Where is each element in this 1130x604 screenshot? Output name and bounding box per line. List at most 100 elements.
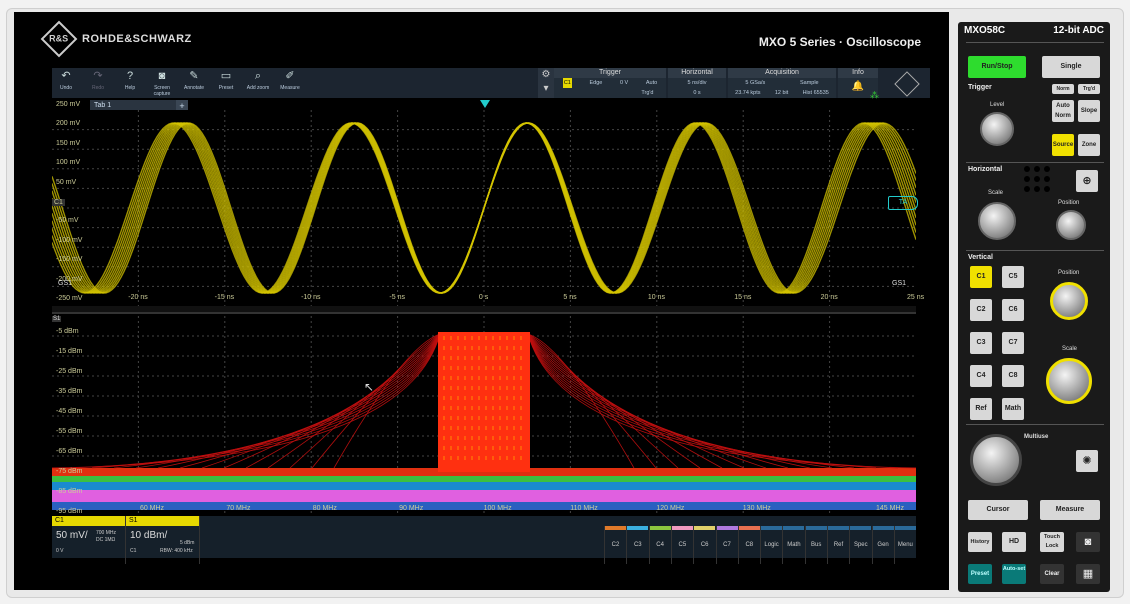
signal-tab-c5[interactable]: C5: [670, 526, 693, 564]
spectrum-svg: [52, 316, 916, 516]
multiuse-label: Multiuse: [1024, 434, 1049, 440]
ref-button[interactable]: Ref: [970, 398, 992, 420]
channel-c8-button[interactable]: C8: [1002, 365, 1024, 387]
trigger-level-knob[interactable]: [980, 112, 1014, 146]
zoom-button[interactable]: ⊕: [1076, 170, 1098, 192]
channel-c7-button[interactable]: C7: [1002, 332, 1024, 354]
slope-button[interactable]: Slope: [1078, 100, 1100, 122]
horizontal-info-box[interactable]: Horizontal 5 ns/div 0 s: [668, 68, 726, 98]
run-stop-button[interactable]: Run/Stop: [968, 56, 1026, 78]
channel-c3-button[interactable]: C3: [970, 332, 992, 354]
acquisition-info-box[interactable]: Acquisition 5 GSa/s Sample 23.74 kpts 12 b…: [728, 68, 836, 98]
signal-tab-logic[interactable]: Logic: [760, 526, 783, 564]
trigger-section-title: Trigger: [968, 84, 992, 91]
ta-trigger-level-marker[interactable]: TA: [888, 196, 918, 210]
toolbar-help-button[interactable]: ? Help: [116, 68, 144, 98]
toolbar-screen-capture-button[interactable]: ◙ Screen capture: [148, 68, 176, 98]
signal-tab-c8[interactable]: C8: [737, 526, 760, 564]
history-button[interactable]: History: [968, 532, 992, 552]
signal-tab-c4[interactable]: C4: [648, 526, 671, 564]
zoom-in-icon: ⊕: [1082, 175, 1092, 187]
toolbar-annotate-button[interactable]: ✎ Annotate: [180, 68, 208, 98]
signal-tab-c6[interactable]: C6: [693, 526, 716, 564]
channel-c2-button[interactable]: C2: [970, 299, 992, 321]
gs1-left-label: GS1: [58, 280, 73, 287]
zoom-icon: ⌕: [254, 70, 262, 82]
channel-c1-offset-marker[interactable]: C1: [52, 199, 65, 206]
signal-tab-label: Spec: [853, 542, 868, 548]
horizontal-scale-knob[interactable]: [978, 202, 1016, 240]
signal-tab-math[interactable]: Math: [782, 526, 805, 564]
signal-tab-gen[interactable]: Gen: [871, 526, 894, 564]
time-domain-diagram[interactable]: [52, 110, 916, 306]
time-y-tick-label: 150 mV: [56, 139, 81, 147]
signal-tab-menu[interactable]: Menu: [893, 526, 916, 564]
signal-tab-color-bar: [828, 526, 849, 530]
toolbar-preset-button[interactable]: ▭ Preset: [212, 68, 240, 98]
signal-tab-spec[interactable]: Spec: [849, 526, 872, 564]
touch-lock-button[interactable]: Touch Lock: [1040, 532, 1064, 552]
brightness-button[interactable]: ✺: [1076, 450, 1098, 472]
help-icon: ?: [126, 70, 134, 82]
spectrum-x-tick-label: 130 MHz: [742, 505, 771, 512]
auto-norm-button[interactable]: Auto Norm: [1052, 100, 1074, 122]
preset-button[interactable]: Preset: [968, 564, 992, 584]
trigger-info-box[interactable]: Trigger C1 Edge 0 V Auto Trg'd: [554, 68, 666, 98]
vertical-scale-knob[interactable]: [1046, 358, 1092, 404]
multiuse-knob[interactable]: [970, 434, 1022, 486]
time-y-tick-label: 250 mV: [56, 101, 81, 108]
clear-button[interactable]: Clear: [1040, 564, 1064, 584]
rs-logo-icon: R&S: [40, 20, 78, 58]
channel-c6-button[interactable]: C6: [1002, 299, 1024, 321]
toolbar-redo-button[interactable]: ↷ Redo: [84, 68, 112, 98]
toolbar-measure-button[interactable]: ✐ Measure: [276, 68, 304, 98]
toolbar-label: Help: [124, 85, 136, 91]
cursor-button[interactable]: Cursor: [968, 500, 1028, 520]
time-x-tick-label: 0 s: [478, 294, 489, 301]
network-icon: ⁂: [870, 90, 879, 100]
signal-tab-c7[interactable]: C7: [715, 526, 738, 564]
horizontal-position-knob[interactable]: [1056, 210, 1086, 240]
signal-tab-label: C6: [700, 542, 709, 548]
c1-signal-icon[interactable]: C1 50 mV/ 700 MHz DC 1MΩ 0 V: [52, 516, 126, 564]
toolbar-add-zoom-button[interactable]: ⌕ Add zoom: [244, 68, 272, 98]
time-y-tick-label: 200 mV: [56, 120, 81, 128]
grid-icon: ▦: [1082, 568, 1094, 580]
toolbar-undo-button[interactable]: ↶ Undo: [52, 68, 80, 98]
signal-tab-c3[interactable]: C3: [626, 526, 649, 564]
product-title: MXO 5 Series · Oscilloscope: [758, 35, 921, 49]
trigger-position-marker[interactable]: [480, 100, 490, 108]
spectrum-x-tick-label: 100 MHz: [483, 505, 512, 512]
signal-tab-label: Gen: [877, 542, 889, 548]
channel-c1-button[interactable]: C1: [970, 266, 992, 288]
time-y-tick-label: 100 mV: [56, 159, 81, 167]
signal-tab-color-bar: [872, 526, 894, 530]
spectrum-y-tick-label: -25 dBm: [56, 368, 83, 375]
signal-tab-label: C5: [678, 542, 687, 548]
diagram-separator[interactable]: [52, 306, 916, 314]
hd-button[interactable]: HD: [1002, 532, 1026, 552]
measure-button[interactable]: Measure: [1040, 500, 1100, 520]
horizontal-section-title: Horizontal: [968, 166, 1003, 173]
spectrum-diagram[interactable]: [52, 316, 916, 516]
spectrum-x-tick-label: 110 MHz: [570, 505, 598, 512]
channel-c4-button[interactable]: C4: [970, 365, 992, 387]
time-x-tick-label: -20 ns: [128, 294, 148, 301]
signal-tab-c2[interactable]: C2: [604, 526, 626, 564]
zone-button[interactable]: Zone: [1078, 134, 1100, 156]
signal-tab-label: Ref: [833, 542, 844, 548]
autoset-button[interactable]: Auto-set: [1002, 564, 1026, 584]
norm-indicator: Norm: [1052, 84, 1074, 94]
apps-button[interactable]: ▦: [1076, 564, 1100, 584]
source-button[interactable]: Source: [1052, 134, 1074, 156]
single-button[interactable]: Single: [1042, 56, 1100, 78]
signal-tab-ref[interactable]: Ref: [827, 526, 849, 564]
horizontal-position-label: Position: [1058, 200, 1080, 206]
channel-c5-button[interactable]: C5: [1002, 266, 1024, 288]
signal-tab-bus[interactable]: Bus: [804, 526, 827, 564]
vertical-position-knob[interactable]: [1050, 282, 1088, 320]
gear-icon[interactable]: ⚙ ▾: [538, 68, 554, 98]
math-button[interactable]: Math: [1002, 398, 1024, 420]
screenshot-button[interactable]: ◙: [1076, 532, 1100, 552]
s1-signal-icon[interactable]: S1 10 dBm/ 5 dBm C1 RBW: 400 kHz: [126, 516, 200, 564]
